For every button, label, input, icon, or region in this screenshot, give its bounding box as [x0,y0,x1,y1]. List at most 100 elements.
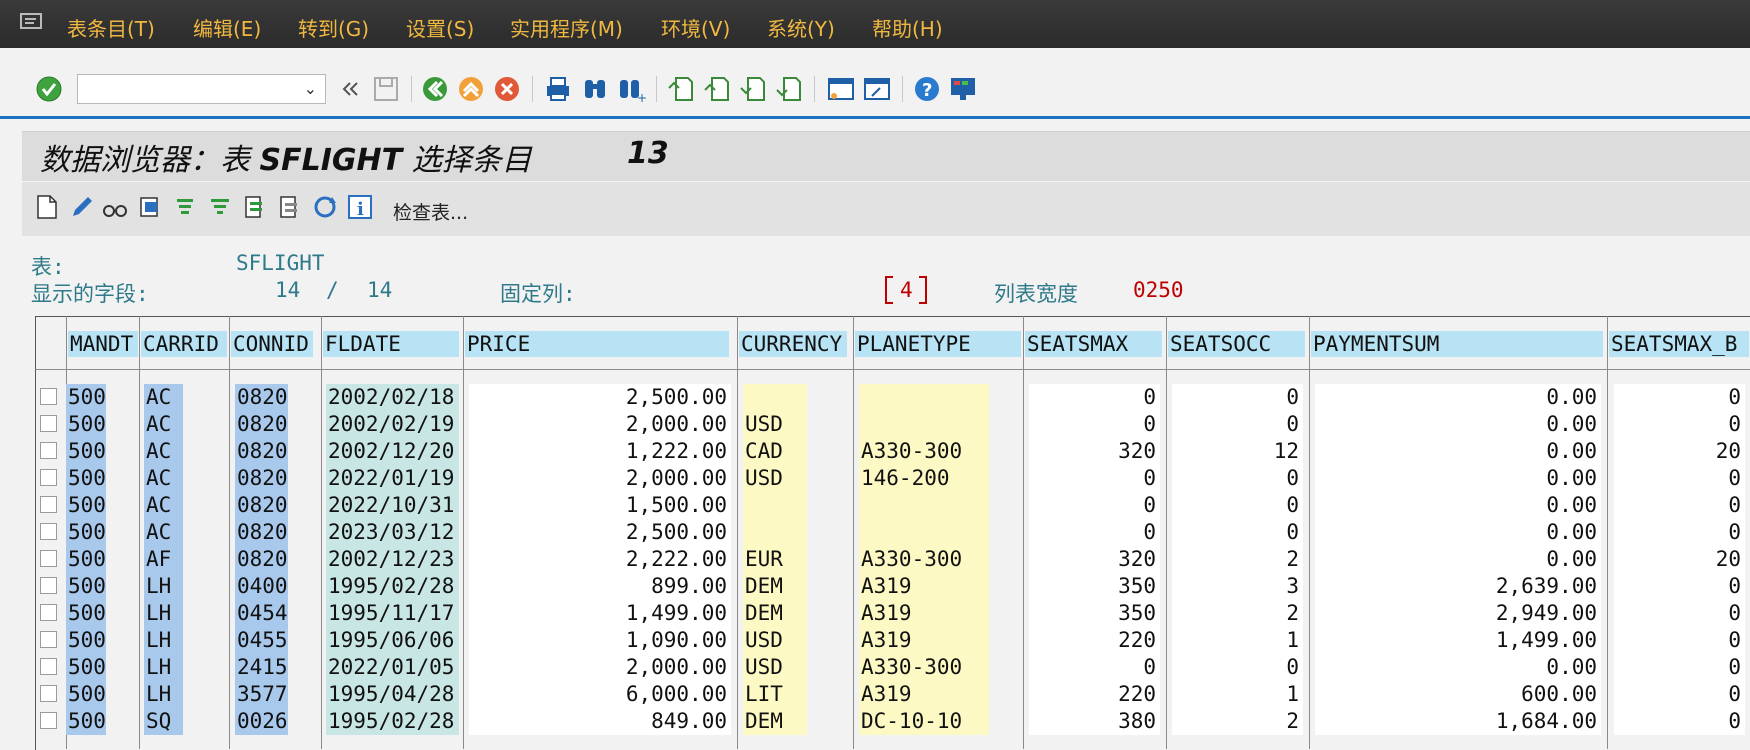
table-cell-paymentsum[interactable]: 0.00 [1317,546,1597,572]
table-cell-mandt[interactable]: 500 [68,411,106,437]
table-cell-connid[interactable]: 0400 [237,573,288,599]
column-header-planetype[interactable]: PLANETYPE [855,331,1021,357]
table-cell-carrid[interactable]: AC [146,465,179,491]
table-cell-seatsocc[interactable]: 2 [1174,546,1299,572]
column-header-currency[interactable]: CURRENCY [739,331,847,357]
table-cell-connid[interactable]: 0454 [237,600,288,626]
column-header-seatsmax-b[interactable]: SEATSMAX_B [1609,331,1749,357]
table-cell-connid[interactable]: 0455 [237,627,288,653]
table-cell-paymentsum[interactable]: 1,684.00 [1317,708,1597,734]
table-cell-planetype[interactable]: A319 [861,573,985,599]
table-cell-planetype[interactable]: A330-300 [861,654,985,680]
column-header-seatsmax[interactable]: SEATSMAX [1025,331,1162,357]
table-cell-fldate[interactable]: 1995/11/17 [328,600,455,626]
table-cell-carrid[interactable]: AF [146,546,179,572]
table-cell-mandt[interactable]: 500 [68,384,106,410]
table-cell-paymentsum[interactable]: 0.00 [1317,654,1597,680]
collapse-chevron-icon[interactable] [336,74,366,104]
refresh-icon[interactable] [312,193,338,221]
table-cell-connid[interactable]: 0820 [237,384,288,410]
table-cell-price[interactable]: 1,090.00 [471,627,727,653]
table-cell-carrid[interactable]: AC [146,438,179,464]
menu-utilities[interactable]: 实用程序(M) [510,13,623,42]
table-cell-carrid[interactable]: LH [146,600,179,626]
table-cell-seatsmax-b[interactable]: 0 [1616,492,1741,518]
table-cell-fldate[interactable]: 2023/03/12 [328,519,455,545]
column-header-mandt[interactable]: MANDT [68,331,138,357]
table-cell-carrid[interactable]: LH [146,681,179,707]
table-cell-seatsmax-b[interactable]: 20 [1616,546,1741,572]
table-cell-seatsocc[interactable]: 1 [1174,681,1299,707]
table-cell-seatsmax[interactable]: 320 [1031,546,1156,572]
row-select-checkbox[interactable] [40,415,57,432]
table-cell-seatsocc[interactable]: 2 [1174,708,1299,734]
table-cell-seatsmax-b[interactable]: 0 [1616,573,1741,599]
table-cell-seatsmax-b[interactable]: 0 [1616,654,1741,680]
column-header-connid[interactable]: CONNID [231,331,313,357]
table-cell-currency[interactable] [745,384,803,410]
table-cell-price[interactable]: 1,499.00 [471,600,727,626]
table-cell-currency[interactable]: USD [745,654,803,680]
table-cell-seatsmax-b[interactable]: 0 [1616,384,1741,410]
table-cell-seatsmax[interactable]: 0 [1031,492,1156,518]
row-select-checkbox[interactable] [40,685,57,702]
table-cell-paymentsum[interactable]: 0.00 [1317,492,1597,518]
new-session-icon[interactable] [826,74,856,104]
row-select-checkbox[interactable] [40,469,57,486]
table-cell-paymentsum[interactable]: 600.00 [1317,681,1597,707]
sort-ascending-icon[interactable] [172,193,198,221]
customize-layout-icon[interactable] [948,74,978,104]
row-select-checkbox[interactable] [40,388,57,405]
table-cell-seatsmax[interactable]: 320 [1031,438,1156,464]
table-cell-planetype[interactable] [861,384,985,410]
table-cell-paymentsum[interactable]: 2,949.00 [1317,600,1597,626]
fixed-columns-value[interactable]: 4 [900,278,913,302]
table-cell-seatsmax[interactable]: 0 [1031,519,1156,545]
column-header-seatsocc[interactable]: SEATSOCC [1168,331,1305,357]
info-icon[interactable]: i [347,193,373,221]
column-header-paymentsum[interactable]: PAYMENTSUM [1311,331,1603,357]
table-cell-mandt[interactable]: 500 [68,708,106,734]
next-page-icon[interactable] [738,74,768,104]
table-cell-planetype[interactable]: A319 [861,627,985,653]
table-cell-carrid[interactable]: AC [146,384,179,410]
table-cell-currency[interactable]: EUR [745,546,803,572]
display-glasses-icon[interactable] [102,193,128,221]
table-cell-carrid[interactable]: LH [146,654,179,680]
table-cell-seatsocc[interactable]: 0 [1174,519,1299,545]
table-cell-paymentsum[interactable]: 2,639.00 [1317,573,1597,599]
table-cell-price[interactable]: 2,500.00 [471,519,727,545]
exit-icon[interactable] [456,74,486,104]
table-cell-fldate[interactable]: 2022/10/31 [328,492,455,518]
table-cell-mandt[interactable]: 500 [68,492,106,518]
table-cell-mandt[interactable]: 500 [68,546,106,572]
table-cell-seatsmax-b[interactable]: 20 [1616,438,1741,464]
table-cell-seatsmax[interactable]: 380 [1031,708,1156,734]
table-cell-planetype[interactable]: A319 [861,681,985,707]
table-cell-mandt[interactable]: 500 [68,681,106,707]
column-header-price[interactable]: PRICE [465,331,729,357]
table-cell-seatsmax[interactable]: 0 [1031,411,1156,437]
table-cell-currency[interactable]: DEM [745,600,803,626]
table-cell-seatsocc[interactable]: 1 [1174,627,1299,653]
table-cell-currency[interactable]: USD [745,627,803,653]
table-cell-price[interactable]: 899.00 [471,573,727,599]
table-cell-fldate[interactable]: 1995/02/28 [328,573,455,599]
row-select-checkbox[interactable] [40,550,57,567]
table-cell-seatsocc[interactable]: 0 [1174,654,1299,680]
table-cell-price[interactable]: 849.00 [471,708,727,734]
table-cell-fldate[interactable]: 2002/12/20 [328,438,455,464]
table-cell-price[interactable]: 2,000.00 [471,654,727,680]
shortcut-icon[interactable] [862,74,892,104]
table-cell-seatsmax[interactable]: 0 [1031,654,1156,680]
table-cell-seatsocc[interactable]: 2 [1174,600,1299,626]
table-cell-currency[interactable]: LIT [745,681,803,707]
table-cell-mandt[interactable]: 500 [68,465,106,491]
table-cell-seatsmax-b[interactable]: 0 [1616,627,1741,653]
new-entry-icon[interactable] [34,193,60,221]
column-header-carrid[interactable]: CARRID [141,331,227,357]
table-cell-planetype[interactable] [861,519,985,545]
table-cell-connid[interactable]: 0820 [237,546,288,572]
table-cell-carrid[interactable]: AC [146,492,179,518]
table-cell-fldate[interactable]: 2022/01/19 [328,465,455,491]
